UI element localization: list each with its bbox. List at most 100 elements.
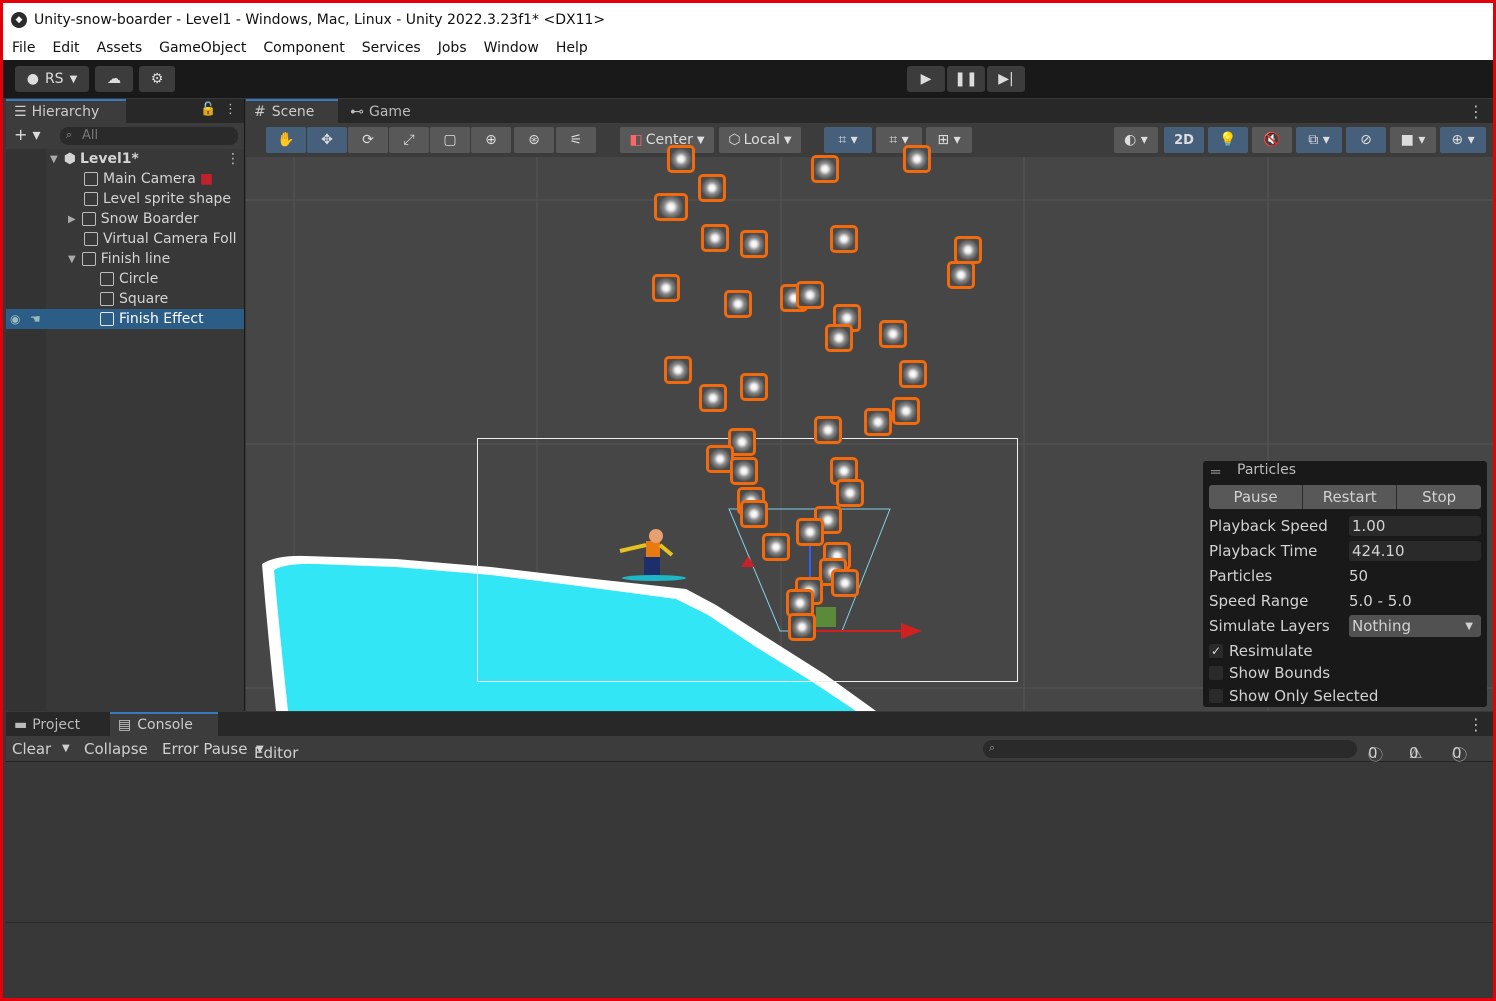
console-icon: ▤: [118, 717, 132, 733]
show-only-selected-label: Show Only Selected: [1229, 687, 1379, 705]
particle: [740, 230, 768, 258]
audio-toggle[interactable]: 🔇: [1252, 127, 1292, 153]
effects-dropdown[interactable]: ⧉ ▾: [1296, 127, 1342, 153]
error-count: 0: [1452, 744, 1462, 762]
eye-icon[interactable]: ◉: [10, 312, 20, 326]
snow-boarder-sprite[interactable]: [616, 527, 686, 582]
menu-bar: File Edit Assets GameObject Component Se…: [3, 36, 1493, 60]
custom-tool-button[interactable]: ⊛: [514, 127, 554, 153]
playback-speed-field[interactable]: 1.00: [1349, 516, 1481, 536]
hidden-objects-toggle[interactable]: ⊘: [1346, 127, 1386, 153]
clear-button[interactable]: Clear: [12, 740, 51, 758]
hierarchy-item-virtual-camera[interactable]: Virtual Camera Foll: [84, 229, 244, 249]
particle: [879, 320, 907, 348]
particle: [724, 290, 752, 318]
pick-icon[interactable]: ☚: [30, 312, 41, 326]
tab-scene[interactable]: # Scene: [246, 99, 338, 123]
gizmo-icon: ⊕ ▾: [1451, 132, 1475, 148]
rect-tool-button[interactable]: ▢: [430, 127, 470, 153]
account-button[interactable]: ● RS ▼: [15, 66, 89, 92]
menu-edit[interactable]: Edit: [52, 40, 79, 56]
particle: [830, 225, 858, 253]
chevron-down-icon: ▼: [783, 134, 792, 146]
scale-tool-button[interactable]: ⤢: [389, 127, 429, 153]
pause-button[interactable]: ❚❚: [947, 66, 985, 92]
cloud-button[interactable]: ☁: [95, 66, 133, 92]
particle: [814, 416, 842, 444]
move-tool-button[interactable]: ✥: [307, 127, 347, 153]
pivot-space-dropdown[interactable]: ⬡ Local ▼: [719, 127, 801, 153]
rect-icon: ▢: [443, 132, 457, 148]
menu-assets[interactable]: Assets: [97, 40, 143, 56]
show-only-selected-checkbox[interactable]: Show Only Selected: [1209, 685, 1378, 707]
menu-gameobject[interactable]: GameObject: [159, 40, 246, 56]
console-search-input[interactable]: ⌕: [983, 740, 1357, 758]
collapse-button[interactable]: Collapse: [84, 740, 148, 758]
playback-speed-label: Playback Speed: [1209, 517, 1328, 535]
tab-game[interactable]: ⊷ Game: [342, 99, 428, 123]
hand-tool-button[interactable]: ✋: [266, 127, 306, 153]
show-bounds-checkbox[interactable]: Show Bounds: [1209, 662, 1330, 684]
particles-pause-button[interactable]: Pause: [1209, 485, 1304, 509]
particle: [788, 613, 816, 641]
camera-settings-dropdown[interactable]: ■ ▾: [1390, 127, 1436, 153]
pause-icon: ❚❚: [954, 71, 978, 87]
hierarchy-item-label: Virtual Camera Foll: [103, 231, 237, 247]
playback-time-label: Playback Time: [1209, 542, 1318, 560]
menu-services[interactable]: Services: [362, 40, 421, 56]
menu-jobs[interactable]: Jobs: [438, 40, 467, 56]
more-icon[interactable]: ⋮: [224, 102, 237, 117]
gameobject-icon: [100, 292, 114, 306]
more-icon[interactable]: ⋮: [1468, 715, 1484, 734]
more-icon[interactable]: ⋮: [226, 151, 240, 167]
gizmos-dropdown[interactable]: ⊕ ▾: [1440, 127, 1486, 153]
particle: [899, 360, 927, 388]
tab-console[interactable]: ▤ Console: [110, 712, 218, 736]
menu-help[interactable]: Help: [556, 40, 588, 56]
add-button[interactable]: + ▾: [14, 125, 41, 144]
grid-snap-button[interactable]: ⌗ ▾: [824, 127, 872, 153]
resimulate-label: Resimulate: [1229, 642, 1313, 660]
particles-restart-button[interactable]: Restart: [1303, 485, 1398, 509]
gear-icon: ⚙: [150, 71, 164, 87]
particles-count-label: Particles: [1209, 567, 1273, 585]
lock-icon[interactable]: 🔓: [200, 102, 216, 117]
chevron-down-icon: ▼: [696, 134, 705, 146]
play-button[interactable]: ▶: [907, 66, 945, 92]
particles-overlay: ═ Particles Pause Restart Stop Playback …: [1203, 461, 1487, 707]
particles-title: Particles: [1237, 462, 1297, 478]
lighting-toggle[interactable]: 💡: [1208, 127, 1248, 153]
hierarchy-search-input[interactable]: ⌕ All: [60, 127, 238, 145]
playback-time-value: 424.10: [1352, 542, 1405, 560]
draw-mode-dropdown[interactable]: ◐ ▾: [1114, 127, 1158, 153]
tab-hierarchy[interactable]: ☰ Hierarchy: [6, 99, 126, 123]
menu-file[interactable]: File: [12, 40, 35, 56]
tab-console-label: Console: [137, 717, 193, 733]
menu-component[interactable]: Component: [263, 40, 344, 56]
2d-toggle[interactable]: 2D: [1164, 127, 1204, 153]
simulate-layers-dropdown[interactable]: Nothing ▼: [1349, 615, 1481, 637]
particle: [664, 356, 692, 384]
drag-handle-icon[interactable]: ═: [1211, 463, 1220, 481]
services-button[interactable]: ⚙: [139, 66, 175, 92]
transform-icon: ⊕: [485, 132, 497, 148]
playback-time-field[interactable]: 424.10: [1349, 541, 1481, 561]
hierarchy-item-label: Finish Effect: [119, 311, 204, 327]
gameobject-icon: [84, 172, 98, 186]
error-pause-button[interactable]: Error Pause: [162, 740, 247, 758]
editor-tool-button[interactable]: ⚟: [556, 127, 596, 153]
window-title: Unity-snow-boarder - Level1 - Windows, M…: [34, 11, 606, 28]
rotate-tool-button[interactable]: ⟳: [348, 127, 388, 153]
hierarchy-item-finish-effect[interactable]: ◉ ☚ Finish Effect: [6, 309, 244, 329]
increment-snap-button[interactable]: ⊞ ▾: [926, 127, 972, 153]
resimulate-checkbox[interactable]: ✓ Resimulate: [1209, 640, 1313, 662]
step-button[interactable]: ▶|: [987, 66, 1025, 92]
particles-stop-button[interactable]: Stop: [1397, 485, 1482, 509]
play-icon: ▶: [920, 71, 932, 87]
search-placeholder: All: [82, 128, 99, 143]
menu-window[interactable]: Window: [484, 40, 539, 56]
clear-options-dropdown[interactable]: ▼: [62, 743, 70, 754]
transform-tool-button[interactable]: ⊕: [471, 127, 511, 153]
more-icon[interactable]: ⋮: [1468, 102, 1484, 121]
tab-project[interactable]: ▬ Project: [6, 712, 106, 736]
